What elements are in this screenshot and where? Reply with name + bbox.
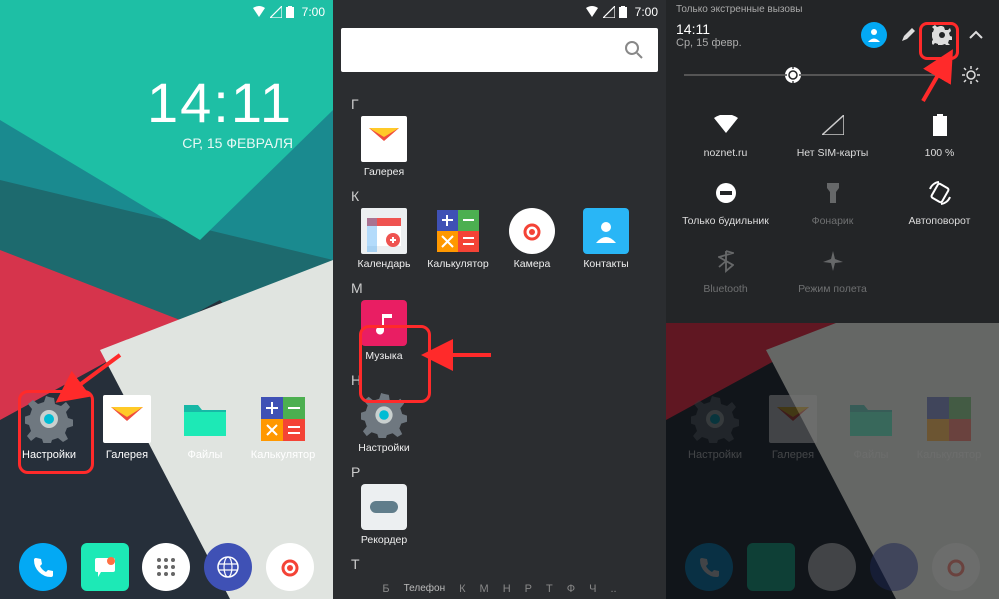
qs-tiles-grid: noznet.ru Нет SIM-карты 100 % Только буд… [666,91,999,323]
clock-date: ср, 15 февраля [147,135,293,151]
search-bar[interactable] [341,28,658,72]
highlight-box [359,325,431,403]
status-bar: 7:00 [0,0,333,24]
tile-label: noznet.ru [672,147,779,159]
app-label: Календарь [347,258,421,270]
app-gallery[interactable]: Галерея [88,395,166,461]
dock-alldrawer[interactable] [142,543,190,591]
edit-icon[interactable] [895,22,921,48]
brightness-max-icon[interactable] [961,65,981,85]
highlight-box [18,390,94,474]
alphabet-index[interactable]: Б Телефон К М Н Р Т Ф Ч .. [333,583,666,595]
bluetooth-icon [672,247,779,275]
dnd-icon [672,179,779,207]
app-calculator[interactable]: Калькулятор [244,395,322,461]
brightness-slider[interactable] [684,74,951,76]
app-label: Настройки [347,442,421,454]
airplane-icon [779,247,886,275]
tile-autorotate[interactable]: Автоповорот [886,169,993,237]
flashlight-icon [779,179,886,207]
homescreen-clock[interactable]: 14:11 ср, 15 февраля [147,70,293,151]
index-letter[interactable]: .. [610,583,616,595]
tile-sim[interactable]: Нет SIM-карты [779,101,886,169]
tile-wifi[interactable]: noznet.ru [672,101,779,169]
tile-label: Автоповорот [886,215,993,227]
phone-app-drawer: 7:00 Г Галерея К Календарь Калькулятор К… [333,0,666,599]
status-bar: 7:00 [333,0,666,24]
dock-browser[interactable] [204,543,252,591]
app-camera[interactable]: Камера [495,208,569,270]
tile-label: Bluetooth [672,283,779,295]
battery-icon [286,6,294,18]
clock-time: 14:11 [147,70,293,135]
tile-label: 100 % [886,147,993,159]
signal-icon [779,111,886,139]
battery-icon [886,111,993,139]
battery-icon [619,6,627,18]
tile-label: Фонарик [779,215,886,227]
app-label: Галерея [88,449,166,461]
section-letter: Т [351,556,652,569]
app-recorder[interactable]: Рекордер [347,484,421,546]
app-label: Калькулятор [244,449,322,461]
qs-date: Ср, 15 февр. [676,37,853,49]
dock [0,543,333,591]
index-letter[interactable]: Т [546,583,553,595]
app-calendar[interactable]: Календарь [347,208,421,270]
index-letter[interactable]: Ч [589,583,596,595]
index-letter[interactable]: М [480,583,489,595]
section-letter: М [351,280,652,296]
tile-label: Только будильник [672,215,779,227]
chevron-up-icon[interactable] [963,22,989,48]
signal-icon [603,6,615,18]
wifi-icon [672,111,779,139]
app-calculator[interactable]: Калькулятор [421,208,495,270]
tile-dnd[interactable]: Только будильник [672,169,779,237]
phone-quick-settings: Настройки Галерея Файлы Калькулятор Толь… [666,0,999,599]
tile-bluetooth[interactable]: Bluetooth [672,237,779,305]
rotate-icon [886,179,993,207]
section-letter: К [351,188,652,204]
index-letter[interactable]: К [459,583,465,595]
app-label: Калькулятор [421,258,495,270]
app-label: Камера [495,258,569,270]
index-letter[interactable]: Ф [567,583,575,595]
signal-icon [270,6,282,18]
index-letter[interactable]: Н [503,583,511,595]
index-letter[interactable]: Р [525,583,532,595]
qs-time: 14:11 [676,21,853,37]
app-label: Рекордер [347,534,421,546]
app-files[interactable]: Файлы [166,395,244,461]
status-time: 7:00 [302,5,325,19]
dock-messages[interactable] [81,543,129,591]
tile-label: Режим полета [779,283,886,295]
emergency-label: Только экстренные вызовы [666,0,999,15]
tile-battery[interactable]: 100 % [886,101,993,169]
index-letter[interactable]: Телефон [404,583,445,595]
app-label: Галерея [347,166,421,178]
section-letter: Г [351,96,652,112]
section-letter: Р [351,464,652,480]
index-letter[interactable]: Б [382,583,389,595]
wifi-icon [585,6,599,18]
app-contacts[interactable]: Контакты [569,208,643,270]
dock-phone[interactable] [19,543,67,591]
tile-label: Нет SIM-карты [779,147,886,159]
search-icon [624,40,644,60]
app-gallery[interactable]: Галерея [347,116,421,178]
status-time: 7:00 [635,5,658,19]
dock-camera[interactable] [266,543,314,591]
wifi-icon [252,6,266,18]
tile-flashlight[interactable]: Фонарик [779,169,886,237]
user-avatar-icon[interactable] [861,22,887,48]
app-label: Контакты [569,258,643,270]
tile-airplane[interactable]: Режим полета [779,237,886,305]
phone-homescreen: 7:00 14:11 ср, 15 февраля Настройки Гале… [0,0,333,599]
highlight-box [919,22,959,60]
app-label: Файлы [166,449,244,461]
